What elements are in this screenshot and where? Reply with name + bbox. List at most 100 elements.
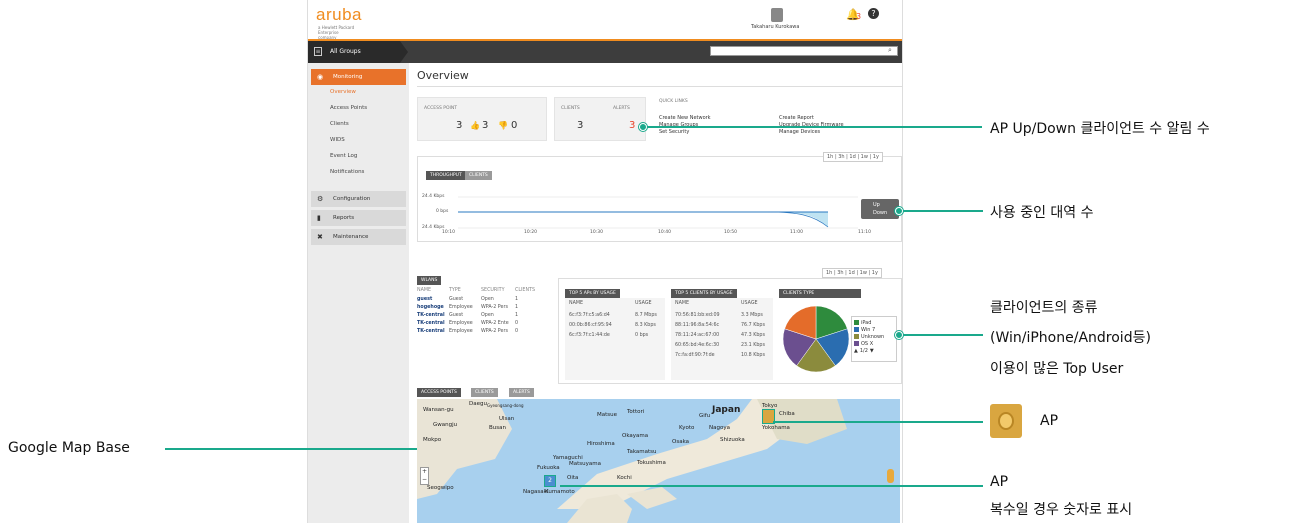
tab-map-access-points[interactable]: ACCESS POINTS (417, 388, 461, 397)
search-icon[interactable]: ⌕ (888, 46, 892, 55)
title-divider (417, 86, 902, 87)
top-clients-col-name: NAME (675, 301, 690, 306)
user-avatar-icon[interactable] (771, 8, 783, 22)
access-point-card[interactable]: ACCESS POINT 3 👍 3 👎 0 (417, 97, 547, 141)
top-aps-table: NAME USAGE 6c:f3:7f:c5:a6:d4 8.7 Mbps 00… (565, 298, 665, 380)
quick-link-create-network[interactable]: Create New Network (659, 115, 711, 121)
main-content: Overview ACCESS POINT 3 👍 3 👎 0 CLIENTS … (409, 63, 902, 523)
help-icon[interactable]: ? (868, 8, 879, 19)
quick-link-set-security[interactable]: Set Security (659, 129, 689, 135)
tab-top-aps[interactable]: TOP 5 APs BY USAGE (565, 289, 620, 298)
user-name[interactable]: Takaharu Kurokawa (751, 24, 799, 30)
top-client-name[interactable]: 78:11:24:ac:67:00 (675, 333, 719, 338)
clients-alerts-card[interactable]: CLIENTS ALERTS 3 3 (554, 97, 646, 141)
sidebar-item-overview[interactable]: Overview (330, 89, 356, 95)
sidebar-item-wids[interactable]: WIDS (330, 137, 345, 143)
legend-osx[interactable]: OS X (854, 340, 894, 347)
top-client-name[interactable]: 88:11:96:8a:54:6c (675, 323, 719, 328)
tab-top-clients[interactable]: TOP 5 CLIENTS BY USAGE (671, 289, 737, 298)
google-map[interactable]: Daegu Gyeongsang-dong Ulsan Wansan-gu Gw… (417, 399, 900, 523)
top-client-usage: 10.8 Kbps (741, 353, 765, 358)
legend-pager[interactable]: ▲ 1/2 ▼ (854, 347, 894, 354)
sidebar-item-clients[interactable]: Clients (330, 121, 349, 127)
alerts-count[interactable]: 3 (629, 120, 635, 131)
triangle-up-icon[interactable]: ▲ (854, 348, 858, 354)
wlan-table: NAME TYPE SECURITY CLIENTS guest Guest Ope… (417, 288, 557, 334)
map-label: Kochi (617, 475, 632, 481)
tab-clients-type[interactable]: CLIENTS TYPE (779, 289, 861, 298)
quick-link-create-report[interactable]: Create Report (779, 115, 814, 121)
triangle-down-icon[interactable]: ▼ (870, 348, 874, 354)
callout-line-client-type (903, 334, 983, 336)
legend-ipad[interactable]: iPad (854, 319, 894, 326)
sidebar-item-notifications[interactable]: Notifications (330, 169, 364, 175)
sidebar-section-maintenance[interactable]: ✖ Maintenance (311, 229, 406, 245)
x-tick-1110: 11:10 (858, 230, 871, 235)
wlan-clients: 1 (515, 313, 519, 318)
legend-unknown[interactable]: Unknown (854, 333, 894, 340)
x-tick-1020: 10:20 (524, 230, 537, 235)
aruba-logo[interactable]: aruba (316, 5, 362, 25)
table-row[interactable]: TK-central Employee WPA-2 Ente 0 (417, 321, 557, 326)
wlan-name[interactable]: guest (417, 297, 449, 302)
top-client-name[interactable]: 70:56:81:bb:ed:09 (675, 313, 720, 318)
tab-map-clients[interactable]: CLIENTS (471, 388, 498, 397)
thumbs-down-icon: 👎 (498, 121, 508, 130)
table-row[interactable]: TK-central Guest Open 1 (417, 313, 557, 318)
table-row[interactable]: TK-central Employee WPA-2 Pers 0 (417, 329, 557, 334)
top-client-name[interactable]: 7c:fa:df:90:7f:de (675, 353, 715, 358)
callout-bandwidth: 사용 중인 대역 수 (990, 205, 1094, 221)
ap-total-count: 3 (456, 120, 463, 131)
top-ap-usage: 0 bps (635, 333, 649, 338)
x-tick-1030: 10:30 (590, 230, 603, 235)
wlan-name[interactable]: TK-central (417, 313, 449, 318)
map-label: Fukuoka (537, 465, 560, 471)
map-label: Okayama (622, 433, 649, 439)
wlan-name[interactable]: TK-central (417, 321, 449, 326)
top-ap-name[interactable]: 6c:f3:7f:c1:44:de (569, 333, 610, 338)
ap-card-label: ACCESS POINT (424, 106, 457, 111)
table-row[interactable]: guest Guest Open 1 (417, 297, 557, 302)
top-header (308, 0, 902, 40)
sidebar-section-reports[interactable]: ▮ Reports (311, 210, 406, 226)
sidebar-item-event-log[interactable]: Event Log (330, 153, 357, 159)
sidebar-item-access-points[interactable]: Access Points (330, 105, 367, 111)
map-zoom-control[interactable]: + − (420, 467, 429, 485)
wlan-name[interactable]: hogehoge (417, 305, 449, 310)
callout-dot-ap-counts (639, 123, 647, 131)
legend-down: Down (873, 210, 888, 216)
wlan-name[interactable]: TK-central (417, 329, 449, 334)
map-label: Matsue (597, 412, 618, 418)
ap-cluster-marker[interactable]: 2 (544, 475, 556, 487)
tab-map-alerts[interactable]: ALERTS (509, 388, 534, 397)
legend-win7[interactable]: Win 7 (854, 326, 894, 333)
wlan-time-range[interactable]: 1h | 3h | 1d | 1w | 1y (822, 268, 882, 278)
zoom-in-button[interactable]: + (421, 468, 428, 476)
throughput-legend: Up Down (861, 199, 899, 219)
map-label: Osaka (672, 439, 690, 445)
top-ap-name[interactable]: 00:0b:86:cf:95:94 (569, 323, 612, 328)
swatch (854, 341, 859, 346)
map-label: Tokushima (637, 460, 666, 466)
sidebar-section-configuration[interactable]: ⚙ Configuration (311, 191, 406, 207)
wlan-security: WPA-2 Pers (481, 329, 508, 334)
search-input[interactable] (710, 46, 898, 56)
tab-wlans[interactable]: WLANS (417, 276, 442, 285)
callout-ap-counts: AP Up/Down 클라이언트 수 알림 수 (990, 121, 1210, 137)
street-view-pegman-icon[interactable] (887, 469, 894, 483)
hamburger-menu-icon[interactable]: ≡ (314, 47, 322, 56)
top-client-usage: 47.3 Kbps (741, 333, 765, 338)
map-label: Kumamoto (545, 489, 575, 495)
sidebar-section-monitoring[interactable]: ◉ Monitoring (311, 69, 406, 85)
top-ap-name[interactable]: 6c:f3:7f:c5:a6:d4 (569, 313, 610, 318)
top-client-usage: 23.1 Kbps (741, 343, 765, 348)
callout-google-map: Google Map Base (8, 440, 130, 456)
quick-link-manage-devices[interactable]: Manage Devices (779, 129, 820, 135)
alert-count-badge: 3 (856, 12, 862, 21)
table-row[interactable]: hogehoge Employee WPA-2 Pers 1 (417, 305, 557, 310)
clients-type-pie[interactable] (781, 304, 851, 374)
map-label: Matsuyama (569, 461, 601, 467)
zoom-out-button[interactable]: − (421, 476, 428, 484)
map-label: Gyeongsang-dong (487, 403, 524, 408)
top-client-name[interactable]: 60:65:bd:4e:6c:30 (675, 343, 719, 348)
